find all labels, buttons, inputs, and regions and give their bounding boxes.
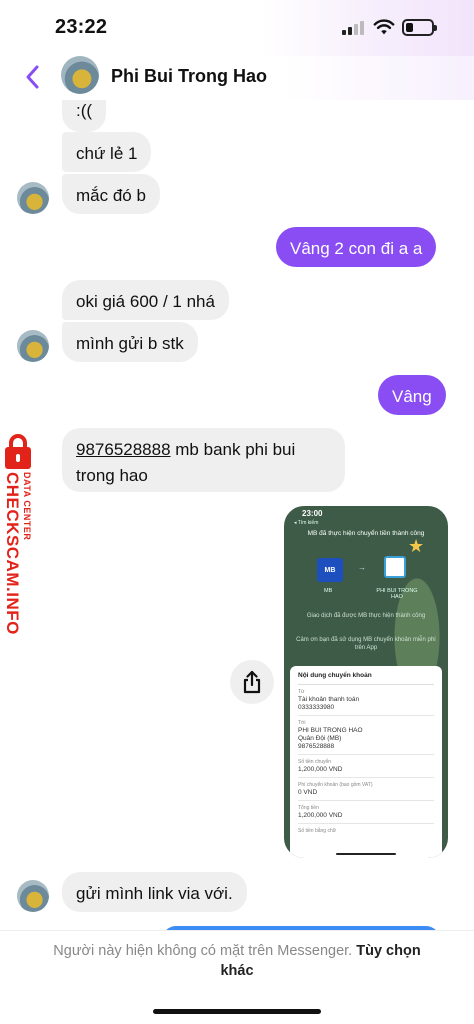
screenshot-message: Cảm ơn bạn đã sử dụng MB chuyển khoản mi… — [296, 637, 436, 651]
account-number-link[interactable]: 9876528888 — [76, 440, 171, 459]
message-thread[interactable]: :(( chứ lẻ 1 mắc đó b Vâng 2 con đi a a … — [0, 100, 474, 930]
status-bar: 23:22 — [0, 0, 474, 56]
detail-value: Tài khoản thanh toán 0333333980 — [298, 696, 360, 711]
share-button[interactable] — [230, 660, 274, 704]
sender-avatar[interactable] — [17, 330, 49, 362]
star-icon: ★ — [408, 536, 425, 556]
detail-label: Tổng tiền — [298, 805, 319, 811]
bank-logo: MB — [317, 558, 343, 582]
transfer-screenshot-image[interactable]: ★ 23:00 ◂ Tìm kiếm MB đã thực hiện chuyể… — [284, 506, 448, 858]
sender-avatar[interactable] — [17, 182, 49, 214]
lock-icon — [5, 434, 31, 469]
wifi-icon — [373, 19, 395, 35]
detail-value: PHI BUI TRONG HAO Quân Đội (MB) 98765288… — [298, 727, 363, 750]
person-icon — [384, 556, 406, 578]
message-bubble[interactable]: Vâng 2 con đi a a — [276, 227, 437, 267]
status-time: 23:22 — [55, 16, 108, 38]
detail-label: Số tiền bằng chữ — [298, 828, 337, 834]
sender-avatar[interactable] — [17, 880, 49, 912]
detail-row: Số tiền bằng chữ — [298, 824, 434, 838]
checkscam-watermark: DATA CENTER CHECKSCAM.INFO — [0, 432, 50, 672]
message-bubble[interactable]: chứ lẻ 1 — [62, 132, 152, 172]
screenshot-home-indicator — [336, 853, 396, 855]
recipient-label: PHI BUI TRONG HAO — [376, 588, 418, 600]
arrow-right-icon: → — [358, 563, 366, 572]
transfer-details-card: Nội dung chuyển khoản Từ Tài khoản thanh… — [290, 666, 442, 858]
message-bubble[interactable]: 9876528888 mb bank phi bui trong hao — [62, 428, 345, 492]
message-bubble[interactable]: oki giá 600 / 1 nhá — [62, 280, 229, 320]
detail-row: Tổng tiền 1,200,000 VND — [298, 801, 434, 824]
offline-notice: Người này hiện không có mặt trên Messeng… — [40, 941, 434, 981]
offline-notice-text: Người này hiện không có mặt trên Messeng… — [53, 943, 353, 959]
message-bubble[interactable]: mình gửi b stk — [62, 322, 198, 362]
detail-label: Phí chuyển khoản (bao gồm VAT) — [298, 782, 373, 788]
battery-icon — [402, 19, 437, 36]
detail-row: Phí chuyển khoản (bao gồm VAT) 0 VND — [298, 778, 434, 801]
detail-row: Số tiền chuyển 1,200,000 VND — [298, 755, 434, 778]
conversation-header: Phi Bui Trong Hao — [0, 56, 474, 100]
detail-value: 1,200,000 VND — [298, 812, 343, 819]
watermark-title: CHECKSCAM.INFO — [3, 472, 22, 635]
screenshot-back-link: ◂ Tìm kiếm — [294, 520, 319, 526]
detail-label: Tới — [298, 720, 306, 726]
detail-label: Từ — [298, 689, 305, 695]
composer-unavailable-bar: Người này hiện không có mặt trên Messeng… — [0, 930, 474, 1024]
message-bubble[interactable]: Vâng — [378, 375, 446, 415]
bank-label: MB — [324, 588, 333, 594]
contact-name[interactable]: Phi Bui Trong Hao — [111, 66, 267, 87]
message-bubble[interactable]: mắc đó b — [62, 174, 160, 214]
detail-row: Từ Tài khoản thanh toán 0333333980 — [298, 685, 434, 716]
cellular-signal-icon — [342, 21, 366, 35]
chevron-left-icon[interactable] — [22, 63, 44, 91]
detail-label: Số tiền chuyển — [298, 759, 332, 765]
screenshot-time: 23:00 — [302, 509, 323, 518]
detail-value: 0 VND — [298, 789, 318, 796]
message-bubble[interactable]: gửi mình link via với. — [62, 872, 247, 912]
share-icon — [243, 670, 261, 694]
message-bubble[interactable]: :(( — [62, 100, 107, 132]
contact-avatar[interactable] — [61, 56, 99, 94]
detail-row: Tới PHI BUI TRONG HAO Quân Đội (MB) 9876… — [298, 716, 434, 755]
screenshot-title: MB đã thực hiện chuyển tiền thành công — [307, 530, 425, 537]
home-indicator[interactable] — [153, 1009, 321, 1014]
card-title: Nội dung chuyển khoản — [298, 672, 434, 685]
screenshot-message: Giao dịch đã được MB thực hiện thành côn… — [306, 613, 426, 619]
watermark-subtitle: DATA CENTER — [22, 472, 32, 541]
detail-value: 1,200,000 VND — [298, 766, 343, 773]
